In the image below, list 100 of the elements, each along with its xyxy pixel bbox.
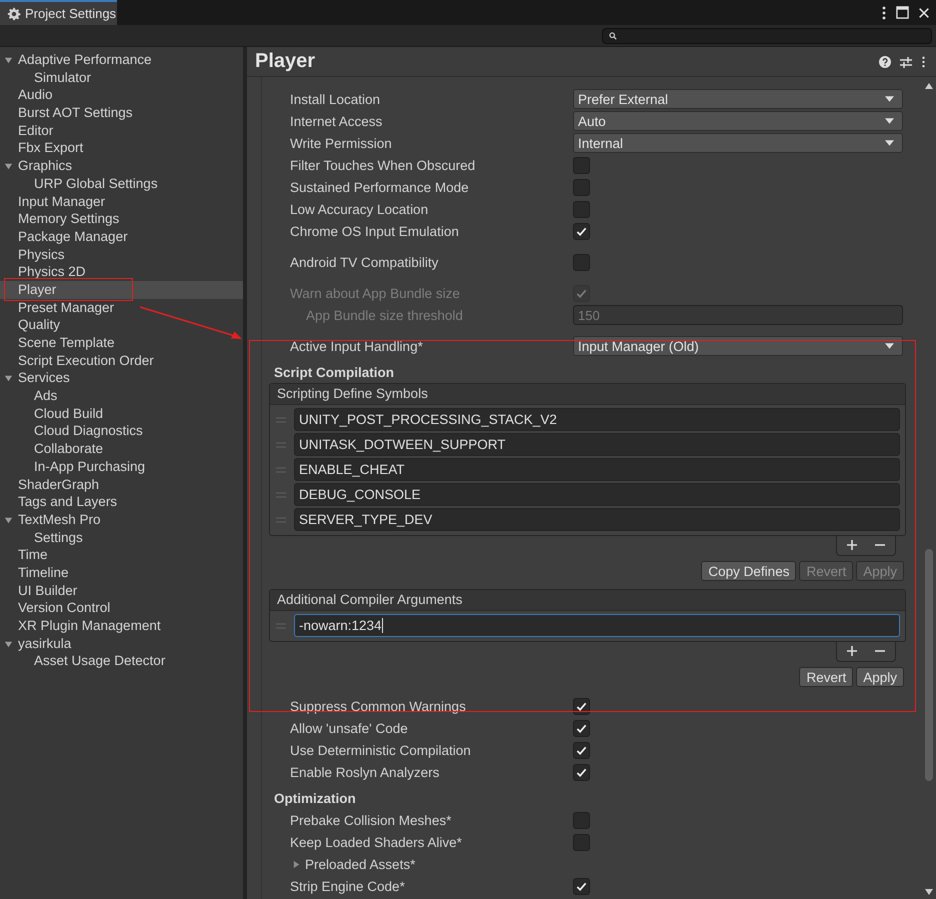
list-header: Scripting Define Symbols: [270, 384, 905, 405]
expand-arrow-icon[interactable]: [4, 374, 13, 384]
action-button[interactable]: Apply: [856, 667, 904, 687]
drag-handle-icon[interactable]: [276, 442, 286, 448]
sidebar-item[interactable]: UI Builder: [0, 582, 243, 600]
scroll-up-icon[interactable]: [925, 83, 933, 89]
sidebar-item[interactable]: Services: [0, 369, 243, 388]
text-field[interactable]: -nowarn:1234: [294, 614, 900, 637]
caret-icon: [885, 343, 894, 349]
checkbox[interactable]: [573, 764, 590, 780]
panel-title: Player: [255, 50, 316, 73]
caret-icon: [885, 118, 894, 124]
checkbox[interactable]: [573, 834, 590, 850]
field-label: Filter Touches When Obscured: [290, 158, 476, 172]
check-icon: [576, 700, 587, 712]
dropdown[interactable]: Auto: [573, 111, 903, 131]
help-icon[interactable]: [879, 56, 891, 68]
sidebar-item[interactable]: Physics: [0, 246, 243, 264]
field-label: Strip Engine Code*: [290, 878, 406, 894]
drag-handle-icon[interactable]: [276, 622, 286, 628]
sidebar-item[interactable]: Tags and Layers: [0, 493, 243, 511]
expand-arrow-icon[interactable]: [4, 56, 13, 65]
sidebar-item[interactable]: Graphics: [0, 157, 243, 175]
window-tab[interactable]: Project Settings: [0, 0, 117, 25]
expand-arrow-icon[interactable]: [4, 162, 13, 172]
drag-handle-icon[interactable]: [276, 492, 286, 498]
field-label: Install Location: [290, 92, 382, 106]
sidebar-item[interactable]: URP Global Settings: [0, 174, 243, 192]
sidebar-item[interactable]: ShaderGraph: [0, 476, 243, 494]
checkbox[interactable]: [573, 156, 590, 174]
sidebar-item[interactable]: yasirkula: [0, 634, 243, 652]
checkbox[interactable]: [573, 720, 590, 736]
close-icon[interactable]: [918, 6, 930, 18]
sidebar-item[interactable]: Quality: [0, 316, 243, 334]
checkbox[interactable]: [573, 742, 590, 758]
sliders-icon[interactable]: [900, 56, 912, 68]
more-icon[interactable]: [881, 6, 887, 20]
sidebar-item[interactable]: In-App Purchasing: [0, 458, 243, 476]
sidebar-item[interactable]: Script Execution Order: [0, 352, 243, 370]
sidebar-item[interactable]: Collaborate: [0, 440, 243, 458]
field-label: Warn about App Bundle size: [290, 286, 461, 300]
action-button[interactable]: Copy Defines: [701, 561, 796, 581]
sidebar-item[interactable]: Asset Usage Detector: [0, 652, 243, 670]
checkbox[interactable]: [573, 222, 590, 240]
drag-handle-icon[interactable]: [276, 416, 286, 422]
checkbox[interactable]: [573, 254, 590, 270]
sidebar-item[interactable]: Ads: [0, 387, 243, 405]
sidebar-item[interactable]: Package Manager: [0, 228, 243, 246]
sidebar-item[interactable]: Player: [0, 280, 243, 299]
text-field[interactable]: DEBUG_CONSOLE: [294, 483, 900, 506]
sidebar-item[interactable]: Timeline: [0, 564, 243, 582]
check-icon: [576, 226, 587, 236]
sidebar-item[interactable]: Burst AOT Settings: [0, 104, 243, 122]
sidebar-item[interactable]: Audio: [0, 86, 243, 104]
sidebar-item[interactable]: Physics 2D: [0, 263, 243, 281]
expand-arrow-icon[interactable]: [4, 516, 13, 525]
field-label: Prebake Collision Meshes*: [290, 812, 452, 828]
dropdown[interactable]: Prefer External: [573, 89, 903, 109]
sidebar-item[interactable]: Version Control: [0, 599, 243, 617]
more-icon[interactable]: [921, 56, 926, 68]
field-label: Active Input Handling*: [290, 338, 424, 354]
dropdown[interactable]: Input Manager (Old): [573, 336, 903, 356]
maximize-icon[interactable]: [896, 6, 909, 19]
drag-handle-icon[interactable]: [276, 466, 286, 472]
search-field[interactable]: [602, 28, 932, 44]
checkbox[interactable]: [573, 200, 590, 218]
sidebar-item[interactable]: Preset Manager: [0, 298, 243, 316]
checkbox[interactable]: [573, 698, 590, 714]
gear-icon: [7, 6, 21, 20]
foldout[interactable]: Preloaded Assets*: [292, 856, 416, 872]
sidebar-item[interactable]: Simulator: [0, 68, 243, 86]
text-field[interactable]: UNITY_POST_PROCESSING_STACK_V2: [294, 408, 900, 431]
text-field[interactable]: SERVER_TYPE_DEV: [294, 508, 900, 531]
expand-arrow-icon: [292, 860, 301, 868]
add-icon[interactable]: [847, 540, 857, 550]
sidebar-item[interactable]: Input Manager: [0, 192, 243, 210]
checkbox[interactable]: [573, 812, 590, 828]
dropdown[interactable]: Internal: [573, 133, 903, 153]
checkbox[interactable]: [573, 178, 590, 196]
sidebar-item[interactable]: Cloud Build: [0, 404, 243, 422]
sidebar-item[interactable]: Fbx Export: [0, 139, 243, 158]
text-field[interactable]: UNITASK_DOTWEEN_SUPPORT: [294, 433, 900, 456]
sidebar-item[interactable]: TextMesh Pro: [0, 510, 243, 529]
add-icon[interactable]: [847, 646, 857, 656]
sidebar-item[interactable]: Cloud Diagnostics: [0, 422, 243, 440]
expand-arrow-icon[interactable]: [4, 640, 13, 649]
sidebar-item[interactable]: XR Plugin Management: [0, 617, 243, 635]
checkbox[interactable]: [573, 878, 590, 894]
sidebar-item[interactable]: Time: [0, 546, 243, 564]
scrollbar-thumb[interactable]: [925, 549, 933, 781]
sidebar-item[interactable]: Settings: [0, 528, 243, 546]
field-label: Low Accuracy Location: [290, 202, 430, 216]
sidebar-item[interactable]: Scene Template: [0, 334, 243, 352]
sidebar-item[interactable]: Editor: [0, 122, 243, 140]
sidebar-item[interactable]: Memory Settings: [0, 210, 243, 228]
scroll-down-icon[interactable]: [925, 889, 933, 895]
text-field[interactable]: ENABLE_CHEAT: [294, 458, 900, 481]
sidebar-item[interactable]: Adaptive Performance: [0, 51, 243, 69]
action-button[interactable]: Revert: [799, 667, 854, 687]
drag-handle-icon[interactable]: [276, 516, 286, 522]
